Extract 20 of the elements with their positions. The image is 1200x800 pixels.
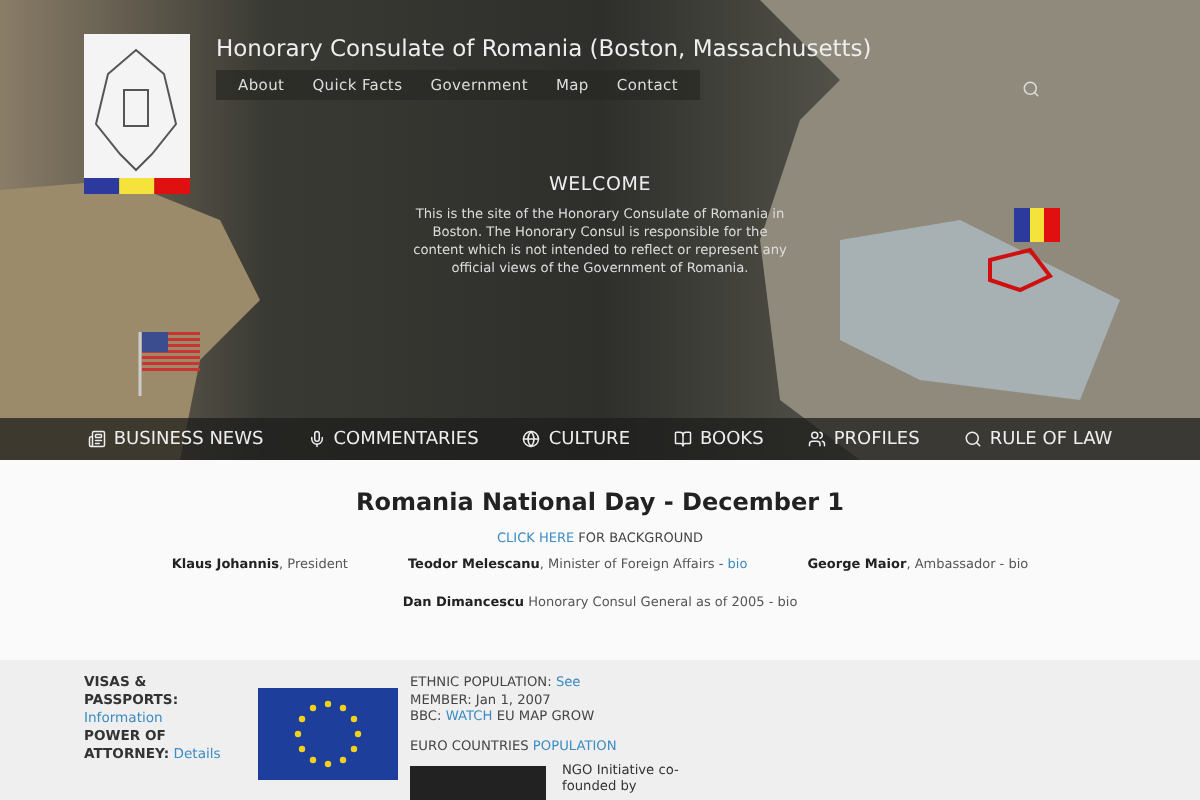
category-link[interactable]: PROFILES — [807, 429, 920, 449]
globe-icon — [522, 430, 541, 448]
eu-flag-icon — [258, 688, 398, 780]
flag-icon — [138, 328, 202, 396]
category-link[interactable]: CULTURE — [522, 429, 630, 449]
book-icon — [674, 430, 692, 448]
search-icon[interactable] — [1022, 80, 1040, 98]
search-icon — [963, 430, 982, 448]
logo-placeholder — [410, 766, 546, 800]
newspaper-icon — [87, 430, 106, 448]
page-heading: Romania National Day - December 1 — [355, 488, 845, 516]
category-link[interactable]: COMMENTARIES — [307, 429, 479, 449]
category-link[interactable]: BOOKS — [674, 429, 764, 449]
people-icon — [807, 430, 826, 448]
category-link[interactable]: RULE OF LAW — [963, 429, 1113, 449]
category-link[interactable]: BUSINESS NEWS — [87, 429, 264, 449]
site-title: Honorary Consulate of Romania (Boston, Massachusetts) — [216, 34, 872, 62]
flag-icon — [1014, 208, 1060, 242]
microphone-icon — [307, 430, 326, 448]
welcome-title: WELCOME — [548, 174, 652, 196]
